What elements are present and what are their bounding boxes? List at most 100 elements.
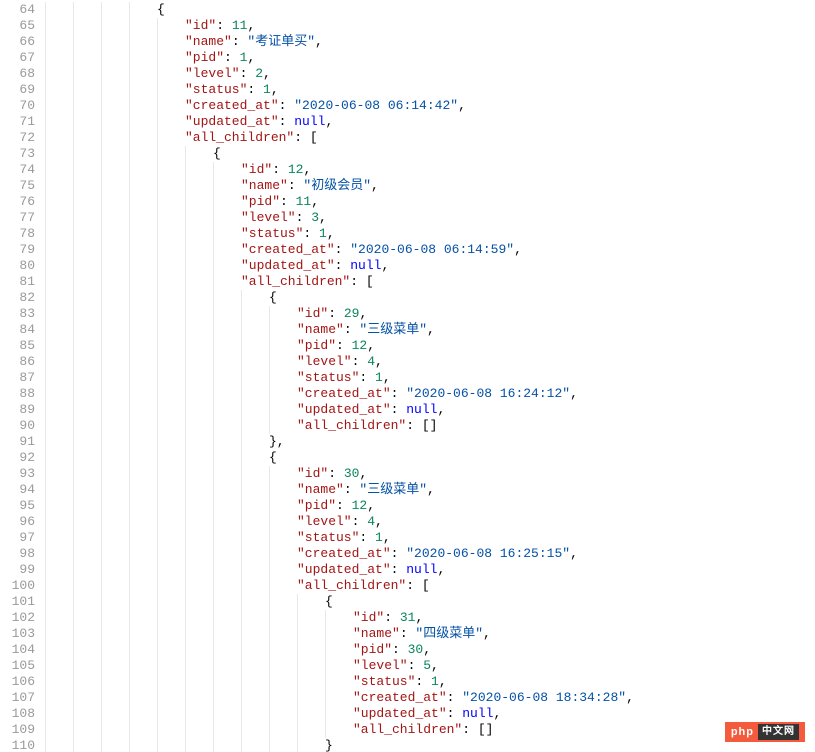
line-number: 110: [0, 738, 35, 752]
line-number: 97: [0, 530, 35, 546]
line-number: 77: [0, 210, 35, 226]
line-number: 107: [0, 690, 35, 706]
line-number: 68: [0, 66, 35, 82]
code-line[interactable]: "status": 1,: [45, 674, 634, 690]
watermark-badge: php 中文网: [725, 722, 805, 742]
line-number: 67: [0, 50, 35, 66]
line-number: 90: [0, 418, 35, 434]
code-line[interactable]: "all_children": [: [45, 274, 634, 290]
line-number: 100: [0, 578, 35, 594]
code-line[interactable]: "updated_at": null,: [45, 706, 634, 722]
code-line[interactable]: "id": 29,: [45, 306, 634, 322]
code-line[interactable]: "status": 1,: [45, 530, 634, 546]
line-number: 80: [0, 258, 35, 274]
code-line[interactable]: "level": 2,: [45, 66, 634, 82]
code-line[interactable]: "id": 12,: [45, 162, 634, 178]
code-line[interactable]: {: [45, 450, 634, 466]
code-line[interactable]: "pid": 30,: [45, 642, 634, 658]
code-line[interactable]: "level": 4,: [45, 514, 634, 530]
code-content[interactable]: {"id": 11,"name": "考证单买","pid": 1,"level…: [45, 0, 634, 752]
code-line[interactable]: "name": "考证单买",: [45, 34, 634, 50]
line-number: 74: [0, 162, 35, 178]
code-editor[interactable]: 6465666768697071727374757677787980818283…: [0, 0, 815, 752]
line-number: 71: [0, 114, 35, 130]
line-number: 86: [0, 354, 35, 370]
code-line[interactable]: "created_at": "2020-06-08 16:25:15",: [45, 546, 634, 562]
code-line[interactable]: "id": 30,: [45, 466, 634, 482]
code-line[interactable]: {: [45, 594, 634, 610]
code-line[interactable]: "updated_at": null,: [45, 258, 634, 274]
code-line[interactable]: "id": 31,: [45, 610, 634, 626]
line-number: 75: [0, 178, 35, 194]
line-number: 98: [0, 546, 35, 562]
line-number: 65: [0, 18, 35, 34]
line-number: 106: [0, 674, 35, 690]
code-line[interactable]: "level": 3,: [45, 210, 634, 226]
line-number: 102: [0, 610, 35, 626]
code-line[interactable]: "all_children": [: [45, 578, 634, 594]
line-number: 85: [0, 338, 35, 354]
code-line[interactable]: }: [45, 738, 634, 752]
line-number: 70: [0, 98, 35, 114]
code-line[interactable]: "all_children": []: [45, 418, 634, 434]
line-number: 69: [0, 82, 35, 98]
code-line[interactable]: "created_at": "2020-06-08 06:14:59",: [45, 242, 634, 258]
line-number: 79: [0, 242, 35, 258]
line-number: 87: [0, 370, 35, 386]
line-number: 78: [0, 226, 35, 242]
line-number: 96: [0, 514, 35, 530]
line-number: 72: [0, 130, 35, 146]
code-line[interactable]: "pid": 1,: [45, 50, 634, 66]
code-line[interactable]: "created_at": "2020-06-08 16:24:12",: [45, 386, 634, 402]
line-number: 103: [0, 626, 35, 642]
line-number: 82: [0, 290, 35, 306]
badge-suffix: 中文网: [758, 724, 799, 740]
line-number: 81: [0, 274, 35, 290]
line-number: 108: [0, 706, 35, 722]
code-line[interactable]: "pid": 12,: [45, 338, 634, 354]
code-line[interactable]: "pid": 11,: [45, 194, 634, 210]
code-line[interactable]: "status": 1,: [45, 226, 634, 242]
line-number: 84: [0, 322, 35, 338]
code-line[interactable]: "all_children": [: [45, 130, 634, 146]
line-number: 93: [0, 466, 35, 482]
code-line[interactable]: "name": "三级菜单",: [45, 482, 634, 498]
line-number: 92: [0, 450, 35, 466]
line-number: 101: [0, 594, 35, 610]
code-line[interactable]: },: [45, 434, 634, 450]
line-number: 99: [0, 562, 35, 578]
line-number: 109: [0, 722, 35, 738]
badge-text: php: [731, 724, 754, 740]
code-line[interactable]: "name": "三级菜单",: [45, 322, 634, 338]
code-line[interactable]: "status": 1,: [45, 82, 634, 98]
code-line[interactable]: "name": "四级菜单",: [45, 626, 634, 642]
line-number: 95: [0, 498, 35, 514]
line-number-gutter: 6465666768697071727374757677787980818283…: [0, 0, 45, 752]
line-number: 66: [0, 34, 35, 50]
line-number: 89: [0, 402, 35, 418]
code-line[interactable]: "created_at": "2020-06-08 06:14:42",: [45, 98, 634, 114]
line-number: 73: [0, 146, 35, 162]
code-line[interactable]: "level": 4,: [45, 354, 634, 370]
code-line[interactable]: {: [45, 290, 634, 306]
code-line[interactable]: "pid": 12,: [45, 498, 634, 514]
line-number: 104: [0, 642, 35, 658]
code-line[interactable]: {: [45, 146, 634, 162]
code-line[interactable]: "id": 11,: [45, 18, 634, 34]
line-number: 91: [0, 434, 35, 450]
code-line[interactable]: "status": 1,: [45, 370, 634, 386]
line-number: 94: [0, 482, 35, 498]
code-line[interactable]: {: [45, 2, 634, 18]
code-line[interactable]: "level": 5,: [45, 658, 634, 674]
code-line[interactable]: "updated_at": null,: [45, 402, 634, 418]
code-line[interactable]: "all_children": []: [45, 722, 634, 738]
line-number: 83: [0, 306, 35, 322]
code-line[interactable]: "created_at": "2020-06-08 18:34:28",: [45, 690, 634, 706]
line-number: 76: [0, 194, 35, 210]
line-number: 105: [0, 658, 35, 674]
line-number: 88: [0, 386, 35, 402]
code-line[interactable]: "updated_at": null,: [45, 562, 634, 578]
code-line[interactable]: "updated_at": null,: [45, 114, 634, 130]
code-line[interactable]: "name": "初级会员",: [45, 178, 634, 194]
line-number: 64: [0, 2, 35, 18]
